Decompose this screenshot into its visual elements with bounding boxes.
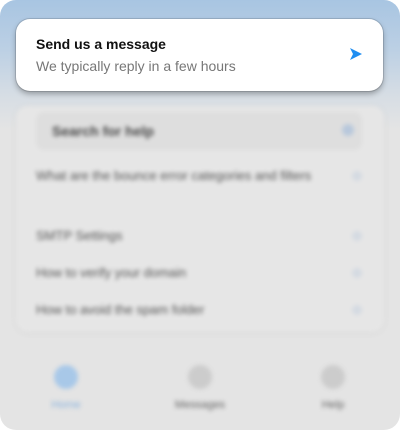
send-message-card[interactable]: Send us a message We typically reply in … [16,19,383,91]
search-icon [342,124,354,136]
messenger-window: Search for help What are the bounce erro… [0,0,400,430]
bottom-nav: Home Messages Help [0,355,400,425]
chevron-right-icon [352,231,362,241]
help-article[interactable]: How to verify your domain [36,263,366,283]
article-title: What are the bounce error categories and… [36,168,312,183]
tab-help[interactable]: Help [283,365,383,411]
help-card: Search for help What are the bounce erro… [16,106,384,332]
tab-label: Help [321,399,345,411]
chevron-right-icon [352,171,362,181]
chevron-right-icon [352,305,362,315]
article-title: SMTP Settings [36,228,123,243]
help-article[interactable]: SMTP Settings [36,226,366,246]
help-icon [321,365,345,389]
card-title: Send us a message [36,36,166,52]
messages-icon [188,365,212,389]
home-icon [54,365,78,389]
card-subtitle: We typically reply in a few hours [36,58,236,74]
chevron-right-icon [352,268,362,278]
tab-messages[interactable]: Messages [150,365,250,411]
tab-label: Messages [174,399,226,411]
tab-label: Home [51,399,81,411]
send-icon [350,48,362,60]
tab-home[interactable]: Home [16,365,116,411]
help-article[interactable]: What are the bounce error categories and… [36,166,366,186]
article-title: How to verify your domain [36,265,187,280]
help-article[interactable]: How to avoid the spam folder [36,300,366,320]
search-placeholder: Search for help [52,123,154,139]
search-for-help-input[interactable]: Search for help [36,112,362,150]
article-title: How to avoid the spam folder [36,302,205,317]
